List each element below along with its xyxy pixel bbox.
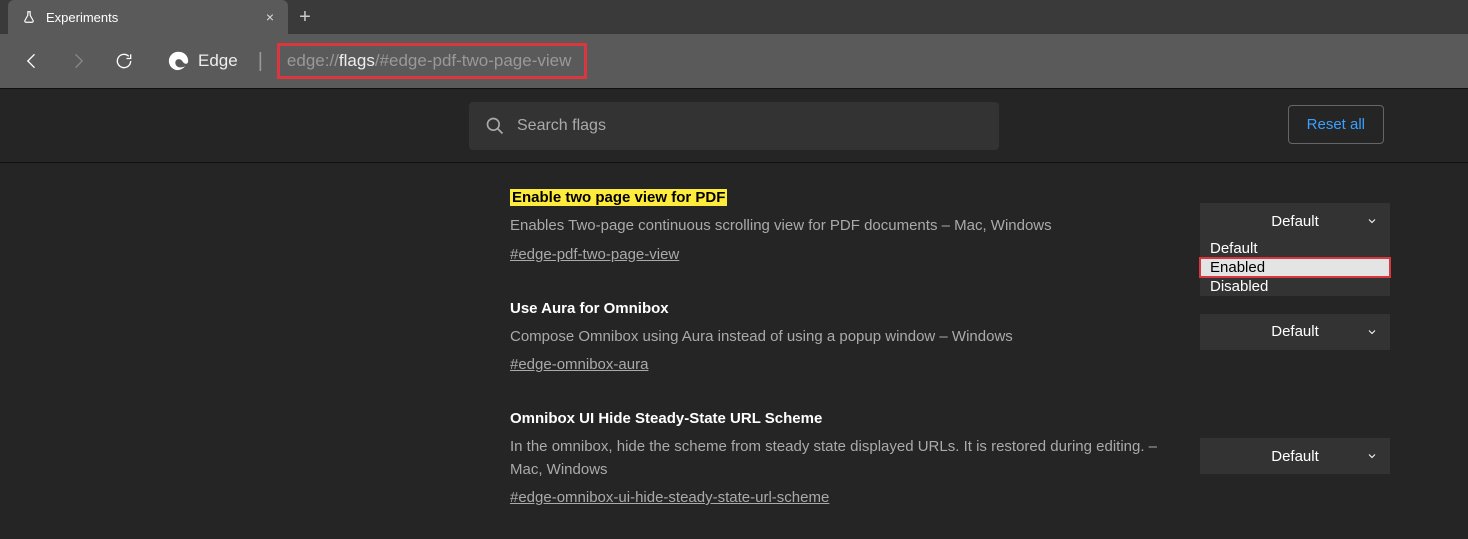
reset-all-button[interactable]: Reset all bbox=[1288, 105, 1384, 144]
flag-anchor[interactable]: #edge-omnibox-aura bbox=[510, 356, 648, 373]
flags-topbar: Reset all bbox=[0, 89, 1468, 163]
forward-button[interactable] bbox=[58, 41, 98, 81]
dropdown-option[interactable]: Enabled bbox=[1200, 258, 1390, 277]
dropdown-option[interactable]: Default bbox=[1200, 239, 1390, 258]
tab-title: Experiments bbox=[46, 10, 118, 25]
flag-item: Enable two page view for PDF Enables Two… bbox=[510, 189, 1390, 264]
flags-list: Enable two page view for PDF Enables Two… bbox=[510, 163, 1390, 507]
chevron-down-icon bbox=[1366, 326, 1378, 338]
flag-title: Omnibox UI Hide Steady-State URL Scheme bbox=[510, 410, 822, 427]
url-text[interactable]: edge://flags/#edge-pdf-two-page-view bbox=[277, 47, 581, 75]
browser-tab[interactable]: Experiments × bbox=[8, 0, 288, 34]
flag-description: In the omnibox, hide the scheme from ste… bbox=[510, 436, 1180, 481]
flag-title: Use Aura for Omnibox bbox=[510, 300, 669, 317]
flag-anchor[interactable]: #edge-pdf-two-page-view bbox=[510, 246, 679, 263]
flag-dropdown: Default Enabled Disabled bbox=[1200, 239, 1390, 296]
refresh-button[interactable] bbox=[104, 41, 144, 81]
back-button[interactable] bbox=[12, 41, 52, 81]
separator: | bbox=[258, 50, 263, 73]
flag-title: Enable two page view for PDF bbox=[510, 189, 727, 206]
tab-strip: Experiments × + bbox=[0, 0, 1468, 34]
flag-select[interactable]: Default bbox=[1200, 438, 1390, 474]
chevron-down-icon bbox=[1366, 215, 1378, 227]
search-box[interactable] bbox=[469, 102, 999, 150]
url-path: /#edge-pdf-two-page-view bbox=[375, 51, 572, 70]
close-icon[interactable]: × bbox=[266, 9, 274, 25]
flask-icon bbox=[22, 10, 36, 24]
flag-description: Compose Omnibox using Aura instead of us… bbox=[510, 326, 1180, 349]
site-identity[interactable]: Edge | bbox=[168, 50, 277, 73]
url-host: flags bbox=[339, 51, 375, 70]
search-icon bbox=[485, 116, 505, 136]
page-content: Reset all Enable two page view for PDF E… bbox=[0, 88, 1468, 539]
flag-anchor[interactable]: #edge-omnibox-ui-hide-steady-state-url-s… bbox=[510, 489, 829, 506]
select-value: Default bbox=[1271, 448, 1319, 465]
select-value: Default bbox=[1271, 323, 1319, 340]
brand-label: Edge bbox=[198, 51, 238, 71]
flag-select[interactable]: Default bbox=[1200, 203, 1390, 239]
select-value: Default bbox=[1271, 213, 1319, 230]
url-scheme: edge:// bbox=[287, 51, 339, 70]
dropdown-option[interactable]: Disabled bbox=[1200, 277, 1390, 296]
flag-item: Omnibox UI Hide Steady-State URL Scheme … bbox=[510, 410, 1390, 507]
new-tab-button[interactable]: + bbox=[288, 0, 322, 34]
chevron-down-icon bbox=[1366, 450, 1378, 462]
flag-description: Enables Two-page continuous scrolling vi… bbox=[510, 215, 1180, 238]
search-input[interactable] bbox=[517, 117, 983, 135]
edge-logo-icon bbox=[168, 50, 190, 72]
toolbar: Edge | edge://flags/#edge-pdf-two-page-v… bbox=[0, 34, 1468, 88]
address-bar[interactable]: Edge | edge://flags/#edge-pdf-two-page-v… bbox=[168, 47, 1456, 75]
flag-select[interactable]: Default bbox=[1200, 314, 1390, 350]
flag-item: Use Aura for Omnibox Compose Omnibox usi… bbox=[510, 300, 1390, 375]
